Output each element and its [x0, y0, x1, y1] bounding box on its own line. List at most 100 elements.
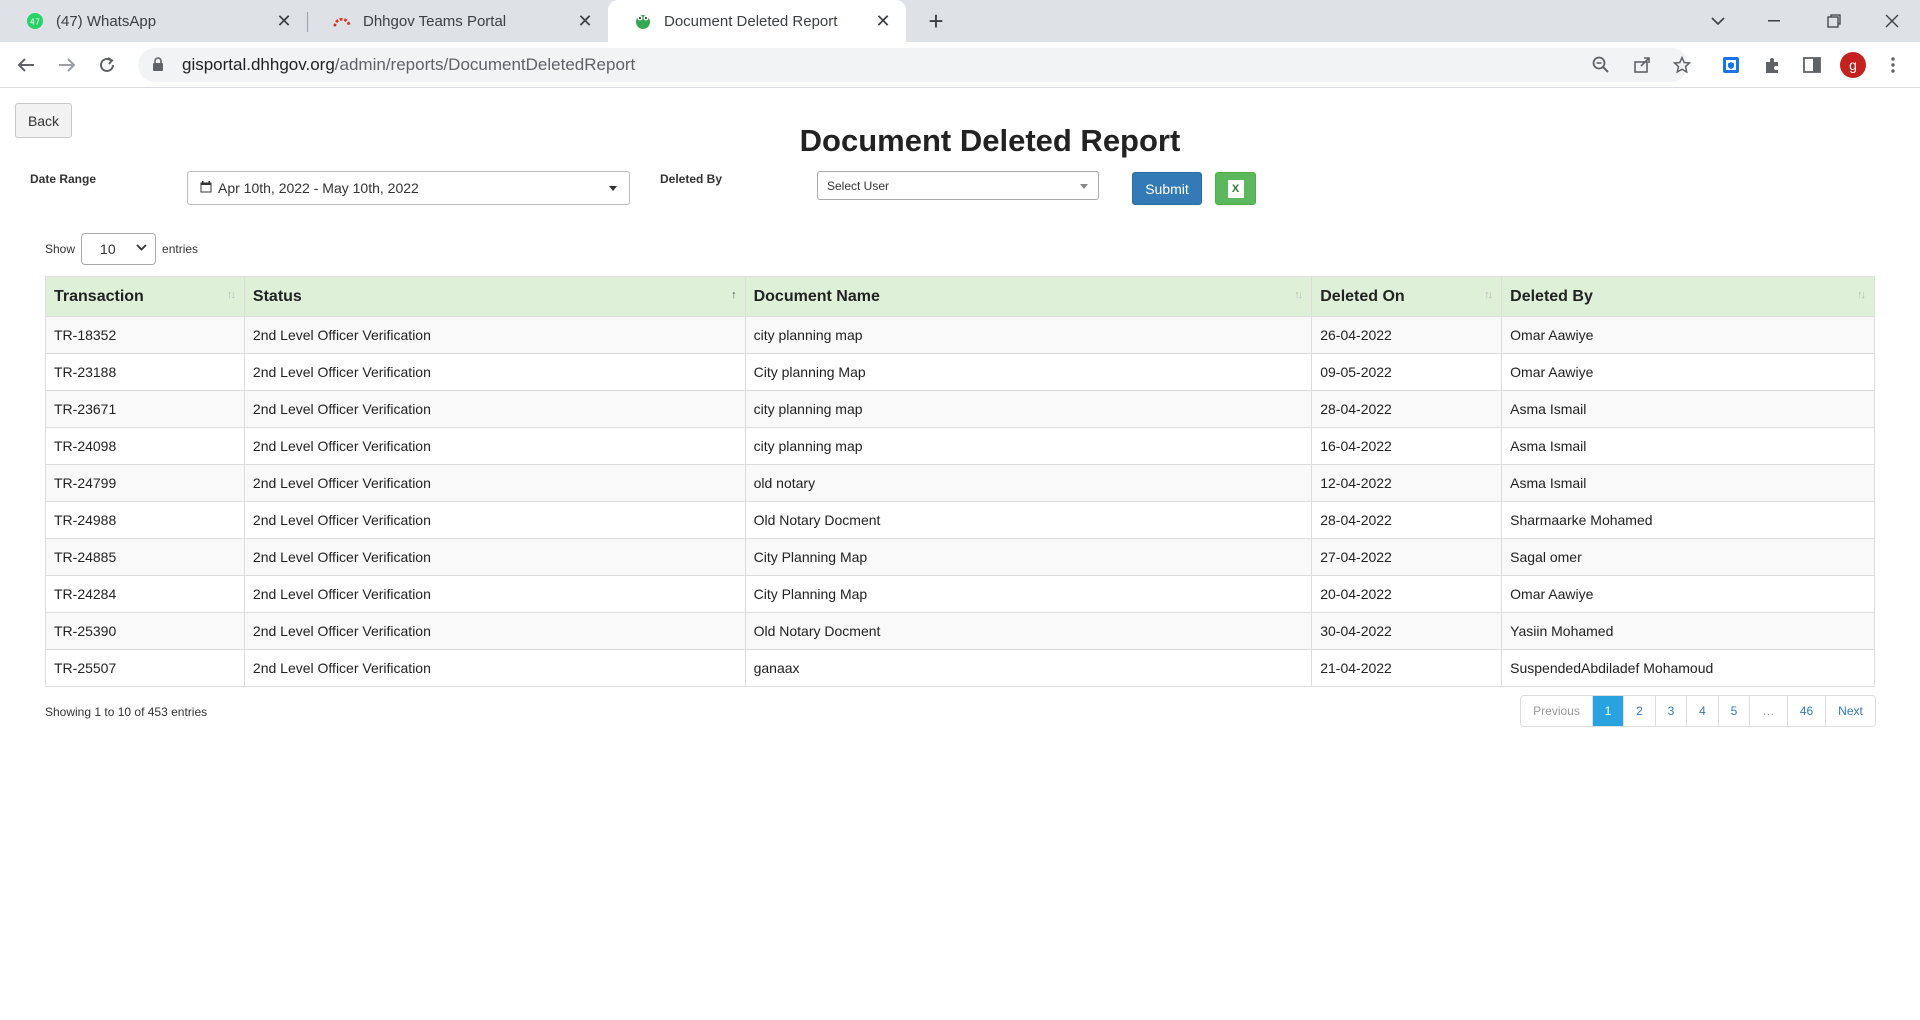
- tab-search-chevron-icon[interactable]: [1690, 0, 1746, 42]
- transaction-link[interactable]: TR-25507: [45, 649, 245, 687]
- transaction-link[interactable]: TR-24885: [45, 538, 245, 576]
- bookmark-star-icon[interactable]: [1669, 52, 1695, 78]
- share-icon[interactable]: [1629, 52, 1655, 78]
- profile-avatar[interactable]: g: [1840, 52, 1866, 78]
- deleted-by-cell: Asma Ismail: [1501, 427, 1875, 465]
- column-header-document-name[interactable]: Document Name ↑↓: [744, 276, 1313, 317]
- document-name-link[interactable]: city planning map: [744, 316, 1313, 354]
- deleted-on-cell: 28-04-2022: [1311, 501, 1503, 539]
- status-cell: 2nd Level Officer Verification: [243, 538, 746, 576]
- transaction-link[interactable]: TR-23188: [45, 353, 245, 391]
- transaction-link[interactable]: TR-25390: [45, 612, 245, 650]
- report-table: Transaction ↑↓ Status ↑ Document Name ↑↓ De…: [45, 276, 1875, 687]
- deleted-on-cell: 26-04-2022: [1311, 316, 1503, 354]
- page-length-select[interactable]: 10: [81, 233, 157, 265]
- extension-shield-icon[interactable]: [1719, 52, 1745, 78]
- url-path: /admin/reports/DocumentDeletedReport: [334, 55, 636, 74]
- deleted-by-cell: Sagal omer: [1501, 538, 1875, 576]
- extensions-puzzle-icon[interactable]: [1759, 52, 1785, 78]
- new-tab-icon[interactable]: +: [922, 6, 950, 37]
- document-name-link[interactable]: old notary: [744, 464, 1313, 502]
- table-row: TR-23671 2nd Level Officer Verification …: [45, 390, 1875, 428]
- status-cell: 2nd Level Officer Verification: [243, 501, 746, 539]
- sort-icon: ↑↓: [1857, 289, 1866, 301]
- document-name-link[interactable]: Old Notary Docment: [744, 501, 1313, 539]
- transaction-link[interactable]: TR-23671: [45, 390, 245, 428]
- transaction-link[interactable]: TR-18352: [45, 316, 245, 354]
- show-label: Show: [45, 242, 76, 256]
- page-link-46[interactable]: 46: [1787, 696, 1825, 726]
- address-bar[interactable]: gisportal.dhhgov.org/admin/reports/Docum…: [138, 48, 1688, 82]
- column-header-transaction[interactable]: Transaction ↑↓: [45, 276, 245, 317]
- deleted-by-cell: Yasiin Mohamed: [1501, 612, 1875, 650]
- page-length-control: Show 10 entries: [45, 233, 198, 265]
- column-header-deleted-by[interactable]: Deleted By ↑↓: [1501, 276, 1875, 317]
- zoom-icon[interactable]: [1588, 52, 1614, 78]
- transaction-link[interactable]: TR-24988: [45, 501, 245, 539]
- status-cell: 2nd Level Officer Verification: [243, 353, 746, 391]
- export-excel-button[interactable]: X: [1215, 172, 1256, 205]
- transaction-link[interactable]: TR-24284: [45, 575, 245, 613]
- document-name-link[interactable]: City Planning Map: [744, 575, 1313, 613]
- back-arrow-icon[interactable]: [12, 52, 40, 78]
- deleted-by-cell: Sharmaarke Mohamed: [1501, 501, 1875, 539]
- deleted-by-label: Deleted By: [660, 172, 723, 186]
- restore-icon[interactable]: [1806, 0, 1862, 42]
- deleted-on-cell: 12-04-2022: [1311, 464, 1503, 502]
- submit-button[interactable]: Submit: [1132, 172, 1202, 205]
- column-header-status[interactable]: Status ↑: [243, 276, 746, 317]
- deleted-by-cell: SuspendedAbdiladef Mohamoud: [1501, 649, 1875, 687]
- reload-icon[interactable]: [93, 52, 121, 78]
- date-range-picker[interactable]: Apr 10th, 2022 - May 10th, 2022: [187, 171, 630, 205]
- side-panel-icon[interactable]: [1799, 52, 1825, 78]
- close-tab-icon[interactable]: ✕: [576, 11, 594, 32]
- close-tab-icon[interactable]: ✕: [275, 11, 293, 32]
- page-link-4[interactable]: 4: [1686, 696, 1718, 726]
- tab-title: Dhhgov Teams Portal: [363, 12, 507, 30]
- pagination: Previous 1 2 3 4 5 … 46 Next: [1520, 695, 1876, 727]
- document-name-link[interactable]: city planning map: [744, 390, 1313, 428]
- document-name-link[interactable]: City Planning Map: [744, 538, 1313, 576]
- page-link-1[interactable]: 1: [1592, 696, 1623, 726]
- portal-logo-icon: [333, 12, 351, 30]
- close-tab-icon[interactable]: ✕: [874, 11, 892, 32]
- status-cell: 2nd Level Officer Verification: [243, 464, 746, 502]
- deleted-on-cell: 20-04-2022: [1311, 575, 1503, 613]
- pagination-next[interactable]: Next: [1825, 696, 1875, 726]
- forward-arrow-icon[interactable]: [53, 52, 81, 78]
- document-name-link[interactable]: ganaax: [744, 649, 1313, 687]
- tab-whatsapp[interactable]: 47 (47) WhatsApp ✕: [0, 0, 307, 42]
- column-header-deleted-on[interactable]: Deleted On ↑↓: [1311, 276, 1503, 317]
- transaction-link[interactable]: TR-24098: [45, 427, 245, 465]
- chevron-down-icon: [136, 242, 147, 254]
- page-link-3[interactable]: 3: [1655, 696, 1686, 726]
- page-length-value: 10: [100, 241, 116, 257]
- entries-label: entries: [162, 242, 199, 256]
- table-row: TR-24799 2nd Level Officer Verification …: [45, 464, 1875, 502]
- deleted-by-cell: Omar Aawiye: [1501, 575, 1875, 613]
- table-row: TR-24098 2nd Level Officer Verification …: [45, 427, 1875, 465]
- kebab-menu-icon[interactable]: [1880, 52, 1906, 78]
- table-row: TR-24988 2nd Level Officer Verification …: [45, 501, 1875, 539]
- user-select[interactable]: Select User: [817, 171, 1099, 200]
- table-row: TR-24885 2nd Level Officer Verification …: [45, 538, 1875, 576]
- pagination-previous[interactable]: Previous: [1521, 696, 1592, 726]
- url-host: gisportal.dhhgov.org: [182, 55, 335, 74]
- sort-icon: ↑↓: [1484, 289, 1493, 301]
- minimize-icon[interactable]: [1746, 0, 1802, 42]
- close-window-icon[interactable]: [1864, 0, 1920, 42]
- tab-document-deleted-report[interactable]: Document Deleted Report ✕: [608, 0, 906, 42]
- transaction-link[interactable]: TR-24799: [45, 464, 245, 502]
- deleted-by-cell: Omar Aawiye: [1501, 353, 1875, 391]
- document-name-link[interactable]: Old Notary Docment: [744, 612, 1313, 650]
- svg-text:47: 47: [30, 18, 40, 27]
- status-cell: 2nd Level Officer Verification: [243, 427, 746, 465]
- report-page: Back Document Deleted Report Date Range …: [0, 88, 1920, 1020]
- document-name-link[interactable]: City planning Map: [744, 353, 1313, 391]
- calendar-icon: [200, 180, 212, 196]
- page-link-2[interactable]: 2: [1623, 696, 1655, 726]
- page-link-5[interactable]: 5: [1718, 696, 1749, 726]
- document-name-link[interactable]: city planning map: [744, 427, 1313, 465]
- date-range-value: Apr 10th, 2022 - May 10th, 2022: [218, 180, 419, 196]
- tab-teams-portal[interactable]: Dhhgov Teams Portal ✕: [307, 0, 608, 42]
